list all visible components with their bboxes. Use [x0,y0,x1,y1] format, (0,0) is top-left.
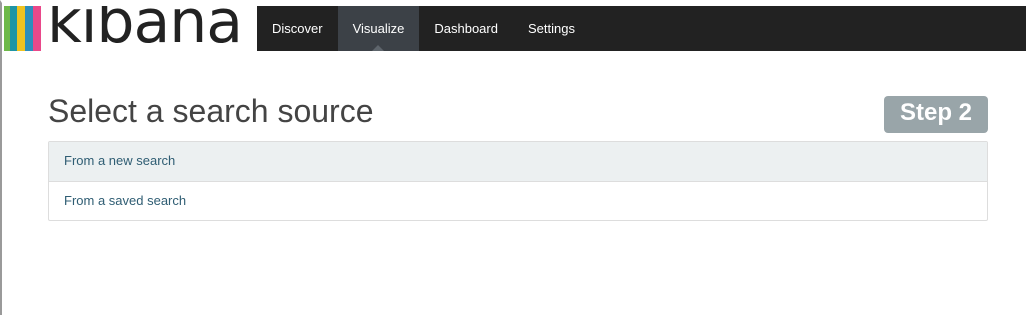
nav-menu: Discover Visualize Dashboard Settings [257,6,590,51]
source-item-saved-search[interactable]: From a saved search [49,182,987,221]
logo-stripe-blue [25,6,33,51]
logo-stripe-pink [33,6,41,51]
source-item-new-search[interactable]: From a new search [49,142,987,182]
top-navbar: kibana Discover Visualize Dashboard Sett… [4,6,1026,51]
nav-item-dashboard[interactable]: Dashboard [419,6,513,51]
search-source-list: From a new search From a saved search [48,141,988,221]
logo-stripe-teal [10,6,17,51]
nav-item-discover[interactable]: Discover [257,6,338,51]
step-badge: Step 2 [884,96,988,133]
nav-item-visualize[interactable]: Visualize [337,6,420,51]
kibana-logo[interactable]: kibana [4,6,257,51]
app-frame: kibana Discover Visualize Dashboard Sett… [0,0,1026,315]
nav-item-settings[interactable]: Settings [513,6,590,51]
page-title: Select a search source [48,93,374,129]
logo-stripe-yellow [17,6,25,51]
logo-text: kibana [47,6,243,51]
